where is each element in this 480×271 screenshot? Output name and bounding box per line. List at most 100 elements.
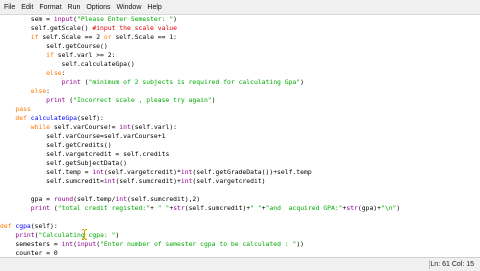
code-token: int bbox=[119, 123, 131, 131]
code-token: (gpa)+ bbox=[357, 204, 382, 212]
menu-file[interactable]: File bbox=[0, 4, 18, 11]
code-token: def bbox=[0, 114, 31, 122]
code-token: int bbox=[115, 195, 127, 203]
code-token: "total credit registed:" bbox=[57, 204, 151, 212]
code-token: str bbox=[173, 204, 185, 212]
code-token: round bbox=[53, 195, 74, 203]
code-token: ( bbox=[65, 96, 74, 104]
code-token: while bbox=[30, 123, 51, 131]
code-token: self.calculateGpa() bbox=[0, 60, 135, 68]
code-token: self.varl >= 2: bbox=[53, 51, 116, 59]
code-token: : bbox=[61, 69, 66, 77]
code-token: ) bbox=[396, 204, 401, 212]
code-editor[interactable]: sem = input("Please Enter Semester: ") s… bbox=[0, 15, 480, 257]
code-line: sem = input("Please Enter Semester: ") bbox=[0, 15, 177, 24]
menu-run[interactable]: Run bbox=[65, 4, 84, 11]
code-token: "Enter number of semester cgpa to be cal… bbox=[100, 240, 297, 248]
code-token: self.getCredits() bbox=[0, 141, 112, 149]
code-line: while self.varCourse!= int(self.varl): bbox=[0, 123, 177, 132]
code-token: self.Scale == 1: bbox=[111, 33, 178, 41]
menu-help[interactable]: Help bbox=[144, 4, 164, 11]
code-line: semesters = int(input("Enter number of s… bbox=[0, 240, 304, 249]
status-bar: Ln: 61 Col: 15 bbox=[0, 257, 480, 271]
code-token: "minimum of 2 subjects is required for c… bbox=[88, 78, 301, 86]
code-line: self.calculateGpa() bbox=[0, 60, 135, 69]
menu-options[interactable]: Options bbox=[83, 4, 113, 11]
code-token: self.vargetcredit = self.credits bbox=[0, 150, 170, 158]
code-token: "\n" bbox=[381, 204, 397, 212]
code-token: def bbox=[0, 222, 16, 230]
code-line: self.vargetcredit = self.credits bbox=[0, 150, 169, 159]
code-token: cgpa bbox=[15, 222, 31, 230]
menu-window[interactable]: Window bbox=[113, 4, 144, 11]
code-token: semesters = bbox=[0, 240, 62, 248]
code-token: "Please Enter Semester: " bbox=[76, 15, 174, 23]
code-line: print ("minimum of 2 subjects is require… bbox=[0, 78, 304, 87]
code-token: str bbox=[346, 204, 358, 212]
code-line: def cgpa(self): bbox=[0, 222, 58, 231]
code-token: ) bbox=[173, 15, 178, 23]
code-token: ) bbox=[300, 78, 304, 86]
code-token: int bbox=[61, 240, 74, 248]
code-token: self.temp = bbox=[0, 168, 93, 176]
code-token: (self.vargetcredit) bbox=[192, 177, 266, 185]
code-line: self.varCourse=self.varCourse+1 bbox=[0, 132, 165, 141]
code-token: ) bbox=[115, 231, 120, 239]
menu-format[interactable]: Format bbox=[36, 4, 64, 11]
code-line: if self.Scale == 2 or self.Scale == 1: bbox=[0, 33, 177, 42]
code-line: self.sumcredit=int(self.sumcredit)+int(s… bbox=[0, 177, 266, 186]
code-token: input bbox=[76, 240, 97, 248]
code-token: int bbox=[103, 177, 116, 185]
code-line: self.getSubjectData() bbox=[0, 159, 127, 168]
code-token: if bbox=[46, 51, 54, 59]
code-line: gpa = round(self.temp/int(self.sumcredit… bbox=[0, 195, 200, 204]
code-token: counter = 0 bbox=[0, 249, 58, 257]
code-token: calculateGpa bbox=[30, 114, 77, 122]
code-line: counter = 0 bbox=[0, 249, 58, 257]
code-line: else: bbox=[0, 69, 65, 78]
code-token: )) bbox=[296, 240, 305, 248]
code-line: if self.varl >= 2: bbox=[0, 51, 115, 60]
code-token: (self.vargetcredit)* bbox=[103, 168, 181, 176]
code-token: self.varCourse=self.varCourse+1 bbox=[0, 132, 166, 140]
code-token: self.Scale == 2 bbox=[38, 33, 104, 41]
code-line: pass bbox=[0, 105, 31, 114]
code-token: #input the scale value bbox=[92, 24, 177, 32]
code-line: def calculateGpa(self): bbox=[0, 114, 104, 123]
code-token: print bbox=[61, 78, 81, 86]
code-token: input bbox=[53, 15, 74, 23]
code-token: int bbox=[180, 177, 193, 185]
code-token: int bbox=[180, 168, 193, 176]
code-token: or bbox=[103, 33, 112, 41]
code-token: self.varCourse!= bbox=[50, 123, 120, 131]
code-token: else bbox=[46, 69, 62, 77]
code-token: sem = bbox=[0, 15, 54, 23]
code-line: self.getScale() #input the scale value bbox=[0, 24, 177, 33]
code-token: (self.sumcredit)+ bbox=[115, 177, 181, 185]
code-token: int bbox=[92, 168, 104, 176]
menu-edit[interactable]: Edit bbox=[18, 4, 36, 11]
code-line: else: bbox=[0, 87, 50, 96]
code-token: (self): bbox=[76, 114, 104, 122]
code-token: ( bbox=[50, 204, 58, 212]
code-token: gpa = bbox=[0, 195, 54, 203]
code-token: ( bbox=[80, 78, 89, 86]
code-token: pass bbox=[15, 105, 31, 113]
code-line: self.getCredits() bbox=[0, 141, 112, 150]
code-token: (self.sumcredit),2) bbox=[127, 195, 201, 203]
code-token: (self.sumcredit)+ bbox=[184, 204, 251, 212]
code-token: (self.temp/ bbox=[73, 195, 116, 203]
cursor-position: Ln: 61 Col: 15 bbox=[430, 261, 474, 268]
code-token: print bbox=[30, 204, 51, 212]
code-token: ) bbox=[211, 96, 216, 104]
text-cursor-icon bbox=[82, 229, 87, 240]
